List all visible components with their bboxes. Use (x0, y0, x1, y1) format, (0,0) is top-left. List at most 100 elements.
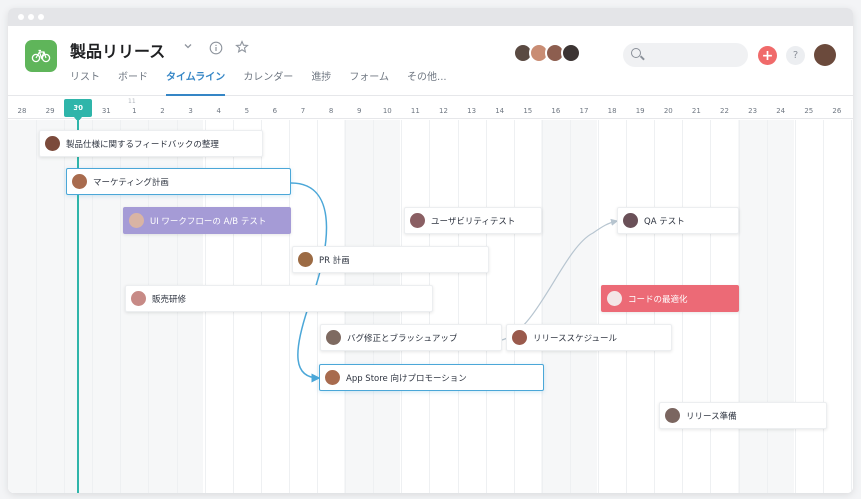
grid-line (767, 120, 768, 493)
grid-line (542, 120, 543, 493)
window-dot (28, 14, 34, 20)
task-bar[interactable]: App Store 向けプロモーション (319, 364, 544, 391)
project-header: 製品リリース リスト ボード タイムライン カレンダー 進捗 フォーム その他.… (8, 26, 853, 96)
bicycle-icon[interactable] (25, 40, 57, 72)
day-label: 7 (300, 107, 306, 115)
task-bar[interactable]: UI ワークフローの A/B テスト (123, 207, 291, 234)
app-window: 製品リリース リスト ボード タイムライン カレンダー 進捗 フォーム その他.… (8, 8, 853, 493)
grid-line (486, 120, 487, 493)
avatar (561, 43, 581, 63)
task-label: コードの最適化 (628, 294, 688, 305)
grid-line (64, 120, 65, 493)
tab-list[interactable]: リスト (70, 64, 100, 96)
task-label: QA テスト (644, 216, 685, 227)
day-label: 19 (635, 107, 645, 115)
day-label: 25 (804, 107, 814, 115)
task-bar[interactable]: ユーザビリティテスト (404, 207, 542, 234)
grid-line (739, 120, 740, 493)
day-label: 15 (523, 107, 533, 115)
task-label: ユーザビリティテスト (431, 216, 516, 227)
weekend-shade (738, 120, 794, 493)
day-label: 20 (663, 107, 673, 115)
day-label: 2 (160, 107, 165, 115)
assignee-avatar (623, 213, 638, 228)
star-icon[interactable] (235, 40, 249, 54)
task-bar[interactable]: コードの最適化 (601, 285, 739, 312)
weekend-shade (541, 120, 597, 493)
day-label: 23 (748, 107, 758, 115)
chevron-down-icon[interactable] (183, 41, 193, 51)
task-label: 製品仕様に関するフィードバックの整理 (66, 139, 219, 150)
day-label: 4 (216, 107, 221, 115)
assignee-avatar (512, 330, 527, 345)
today-marker-line (77, 108, 79, 493)
grid-line (458, 120, 459, 493)
tab-progress[interactable]: 進捗 (311, 64, 331, 96)
window-titlebar (8, 8, 853, 26)
day-label: 9 (356, 107, 362, 115)
day-label: 10 (382, 107, 392, 115)
assignee-avatar (45, 136, 60, 151)
grid-line (36, 120, 37, 493)
timeline-date-ruler: 11 2829303112345678910111213141516171819… (8, 97, 853, 122)
task-label: リリーススケジュール (533, 333, 617, 344)
day-label: 17 (579, 107, 589, 115)
day-label: 12 (439, 107, 448, 115)
search-input[interactable] (623, 43, 748, 67)
month-label: 11 (128, 98, 136, 105)
tab-forms[interactable]: フォーム (349, 64, 389, 96)
assignee-avatar (72, 174, 87, 189)
assignee-avatar (129, 213, 144, 228)
day-label: 29 (45, 107, 55, 115)
task-bar[interactable]: 販売研修 (125, 285, 433, 312)
day-label: 8 (328, 107, 334, 115)
user-avatar[interactable] (814, 44, 836, 66)
grid-line (570, 120, 571, 493)
day-label: 16 (551, 107, 561, 115)
tab-board[interactable]: ボード (118, 64, 148, 96)
task-bar[interactable]: PR 計画 (292, 246, 489, 273)
window-dot (18, 14, 24, 20)
task-label: リリース準備 (686, 411, 737, 422)
project-members[interactable] (513, 43, 581, 63)
task-bar[interactable]: リリーススケジュール (506, 324, 672, 351)
day-label: 21 (691, 107, 701, 115)
assignee-avatar (298, 252, 313, 267)
task-bar[interactable]: リリース準備 (659, 402, 827, 429)
grid-line (823, 120, 824, 493)
assignee-avatar (325, 370, 340, 385)
task-label: マーケティング計画 (93, 177, 169, 188)
day-label: 18 (607, 107, 617, 115)
day-label: 24 (776, 107, 786, 115)
day-label: 5 (244, 107, 250, 115)
assignee-avatar (131, 291, 146, 306)
day-label: 22 (720, 107, 729, 115)
day-label: 26 (832, 107, 842, 115)
day-label: 11 (410, 107, 420, 115)
day-label: 3 (188, 107, 193, 115)
info-icon[interactable] (209, 41, 223, 55)
tab-calendar[interactable]: カレンダー (243, 64, 293, 96)
tab-more[interactable]: その他... (407, 64, 447, 96)
day-label: 6 (272, 107, 278, 115)
task-bar[interactable]: バグ修正とブラッシュアップ (320, 324, 502, 351)
project-tabs: リスト ボード タイムライン カレンダー 進捗 フォーム その他... (70, 64, 465, 96)
day-label: 28 (17, 107, 27, 115)
day-label: 31 (101, 107, 111, 115)
grid-line (795, 120, 796, 493)
grid-line (851, 120, 852, 493)
assignee-avatar (326, 330, 341, 345)
task-bar[interactable]: 製品仕様に関するフィードバックの整理 (39, 130, 263, 157)
task-label: 販売研修 (152, 294, 187, 305)
quick-add-button[interactable]: + (758, 46, 777, 65)
assignee-avatar (665, 408, 680, 423)
task-bar[interactable]: マーケティング計画 (66, 168, 291, 195)
task-label: バグ修正とブラッシュアップ (347, 333, 458, 344)
task-label: PR 計画 (319, 255, 350, 266)
tab-timeline[interactable]: タイムライン (166, 64, 226, 96)
task-bar[interactable]: QA テスト (617, 207, 739, 234)
search-icon (631, 48, 641, 58)
project-title: 製品リリース (70, 42, 166, 61)
help-button[interactable]: ? (786, 46, 805, 65)
assignee-avatar (410, 213, 425, 228)
